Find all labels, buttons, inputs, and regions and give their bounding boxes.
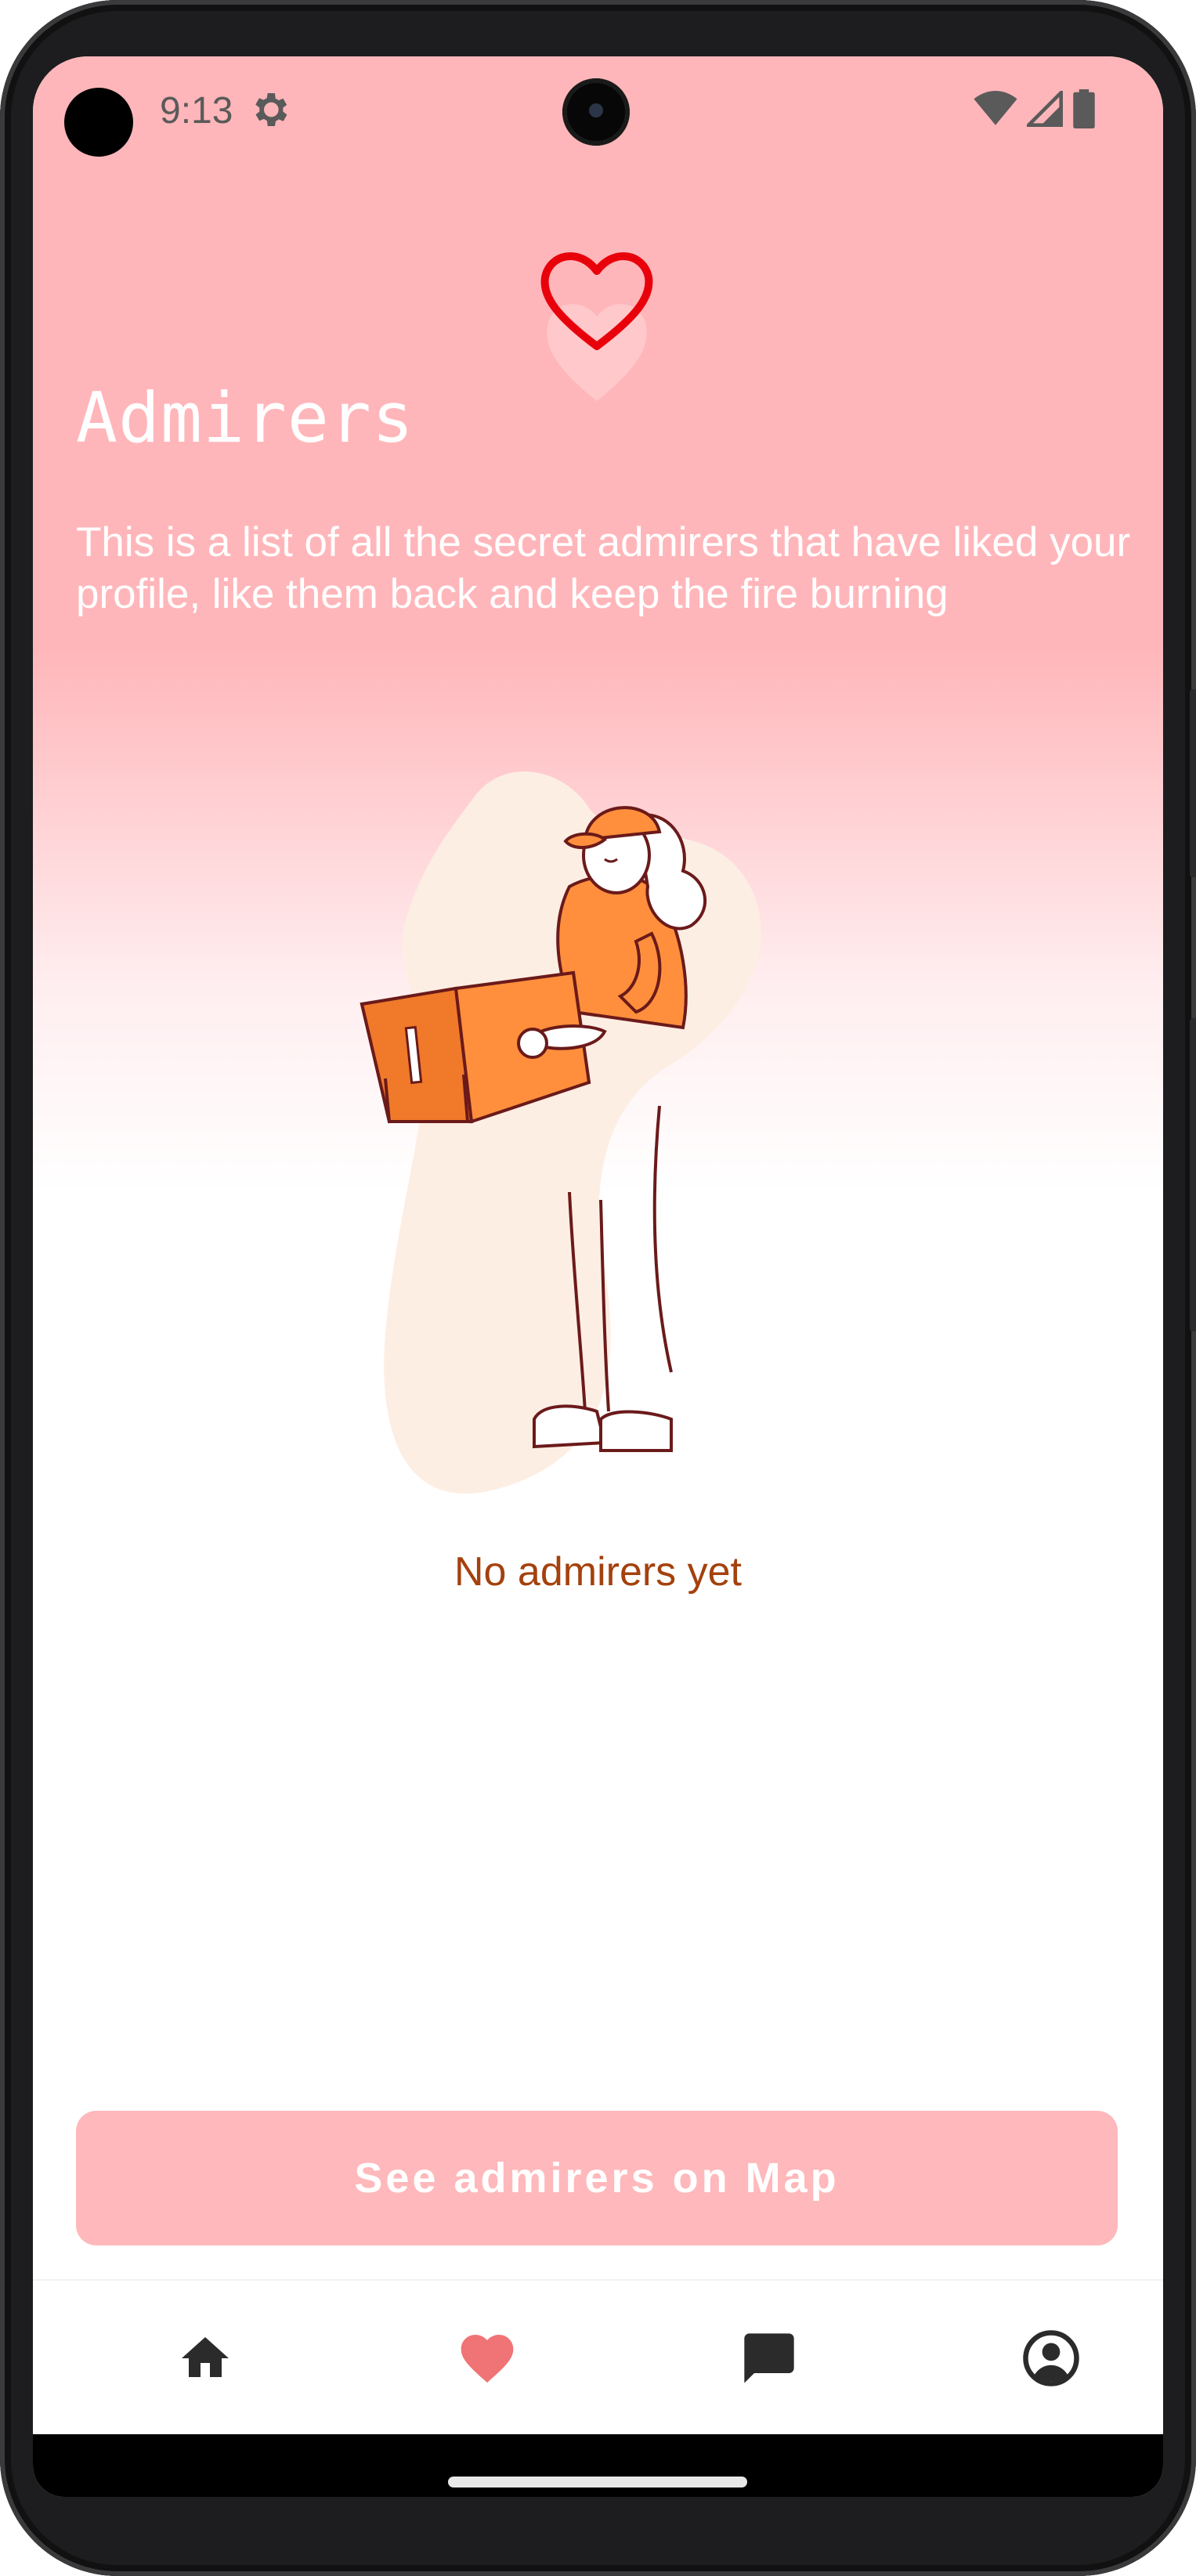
person-holding-box-illustration [360, 771, 761, 1494]
front-camera [562, 78, 630, 146]
volume-button [1190, 1018, 1196, 1331]
gear-icon [255, 93, 287, 126]
see-admirers-on-map-button[interactable]: See admirers on Map [76, 2111, 1118, 2245]
signal-icon [1027, 91, 1063, 127]
gesture-navigation-bar [33, 2434, 1163, 2497]
account-icon [1023, 2330, 1079, 2386]
empty-state-message: No admirers yet [454, 1549, 742, 1595]
home-indicator[interactable] [448, 2477, 747, 2487]
page-title: Admirers [76, 378, 414, 458]
nav-item-chat[interactable] [699, 2281, 840, 2436]
power-button [1190, 689, 1196, 877]
app-screen: 9:13 Admirers This is a list of all the … [33, 56, 1163, 2497]
heart-icon [540, 252, 653, 401]
heart-icon [461, 2335, 514, 2383]
nav-item-home[interactable] [135, 2281, 276, 2436]
nav-item-admirers[interactable] [417, 2281, 558, 2436]
bottom-navigation [33, 2279, 1163, 2436]
wifi-icon [974, 91, 1017, 125]
front-sensor [64, 88, 133, 157]
battery-icon [1073, 89, 1095, 128]
status-icons [974, 89, 1096, 128]
device-frame: 9:13 Admirers This is a list of all the … [0, 0, 1196, 2576]
home-icon [182, 2337, 229, 2377]
page-subtitle: This is a list of all the secret admirer… [76, 519, 1131, 617]
chat-icon [744, 2333, 794, 2383]
status-time: 9:13 [160, 90, 233, 132]
nav-item-profile[interactable] [981, 2281, 1122, 2436]
status-bar: 9:13 [33, 56, 1163, 158]
